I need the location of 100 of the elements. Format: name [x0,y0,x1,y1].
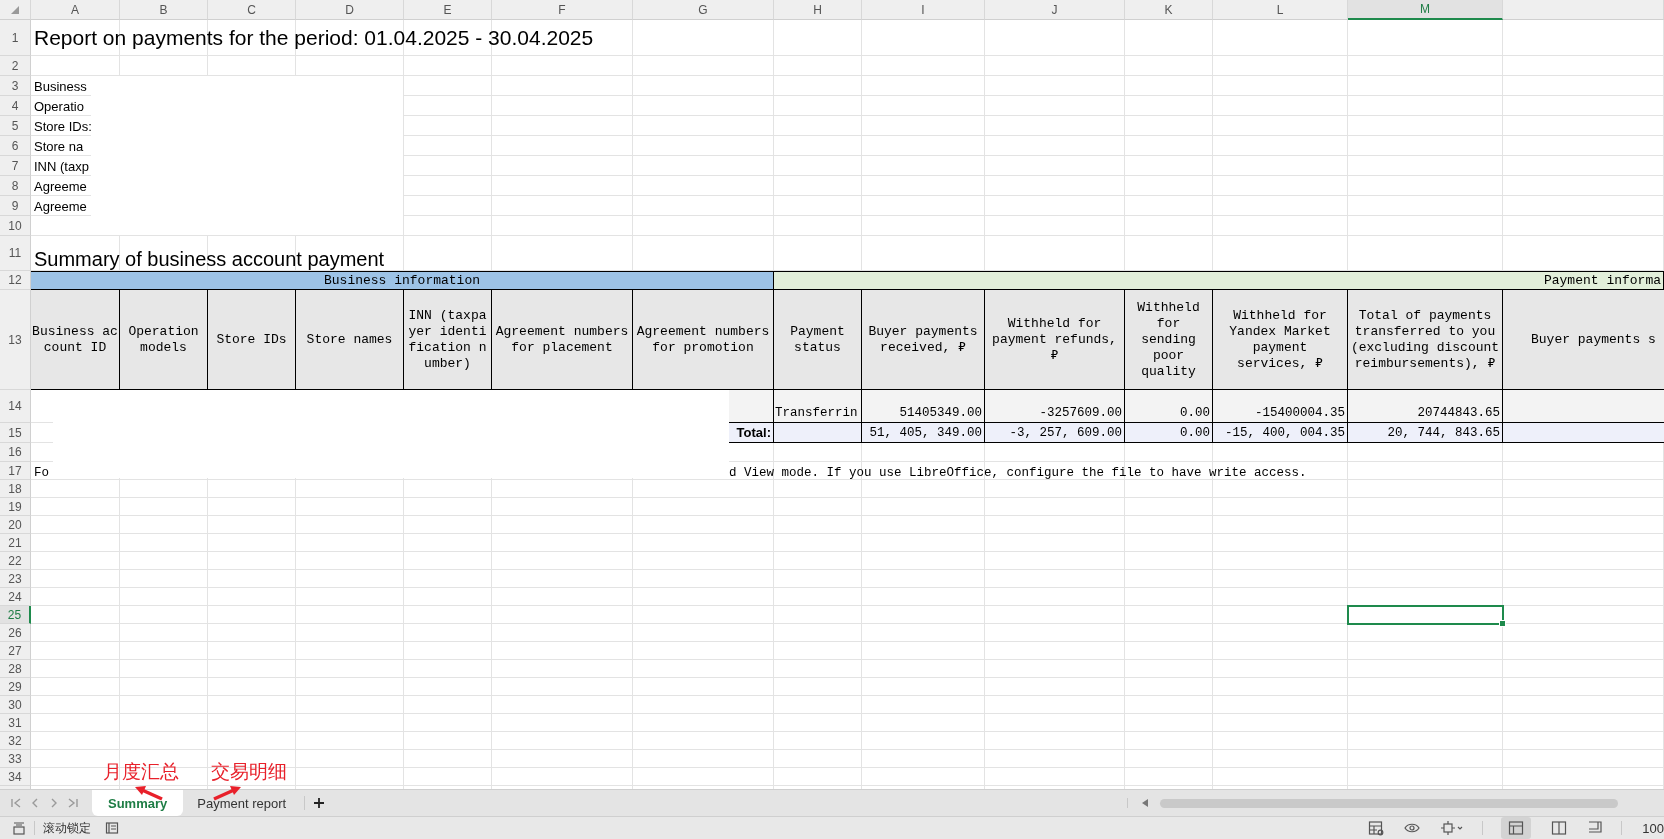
row-header[interactable]: 2 [0,56,31,76]
annotation-text: 交易明细 [211,759,287,784]
row-header[interactable]: 6 [0,136,31,156]
column-heading: Withheld for Yandex Market payment services, ₽ [1213,290,1348,390]
info-label: INN (taxp [33,157,89,176]
column-header[interactable]: A [31,0,120,20]
row-header[interactable]: 22 [0,552,31,570]
row-header[interactable]: 24 [0,588,31,606]
report-title: Report on payments for the period: 01.04.2025 - 30.04.2025 [33,25,594,51]
column-header[interactable]: H [774,0,862,20]
info-label: Agreeme [33,177,87,196]
list-icon[interactable] [105,821,119,835]
column-header[interactable]: F [492,0,633,20]
row-header[interactable]: 20 [0,516,31,534]
macro-icon[interactable] [12,821,26,835]
table-cell: Transferrin [774,390,862,423]
column-header[interactable]: E [404,0,492,20]
note-text: d View mode. If you use LibreOffice, configure the file to have write access. [729,465,1307,480]
zoom-level[interactable]: 100 [1642,820,1664,836]
row-header[interactable]: 27 [0,642,31,660]
last-sheet-icon[interactable] [67,797,79,809]
column-header[interactable]: D [296,0,404,20]
select-all-icon [11,5,19,14]
column-heading: Payment status [774,290,862,390]
row-header[interactable]: 28 [0,660,31,678]
table-cell: -15400004.35 [1213,390,1348,423]
normal-view-icon[interactable] [1508,820,1525,836]
row-header[interactable]: 31 [0,714,31,732]
row-header[interactable]: 25 [0,606,31,624]
first-sheet-icon[interactable] [10,797,22,809]
table-cell: 20, 744, 843.65 [1348,423,1503,443]
group-header: Payment informa [774,271,1664,290]
column-heading: Store IDs [208,290,296,390]
row-header[interactable]: 10 [0,216,31,236]
focus-icon[interactable] [1440,820,1465,836]
row-header[interactable]: 3 [0,76,31,96]
table-cell: -15, 400, 004.35 [1213,423,1348,443]
column-heading: Buyer payments s [1503,290,1664,390]
row-header[interactable]: 23 [0,570,31,588]
row-header[interactable]: 21 [0,534,31,552]
info-label: Business [33,77,87,96]
row-header[interactable]: 9 [0,196,31,216]
column-heading: Total of payments transferred to you (excluding discount reimbursements), ₽ [1348,290,1503,390]
annotation-text: 月度汇总 [103,759,179,784]
row-header[interactable]: 29 [0,678,31,696]
column-heading: Agreement numbers for promotion [633,290,774,390]
scroll-lock-label: 滚动锁定 [43,819,91,837]
sheet-tab[interactable]: Summary [92,790,184,816]
row-header[interactable]: 26 [0,624,31,642]
sheet-tab[interactable]: Payment report [183,790,301,816]
table-cell: -3257609.00 [985,390,1125,423]
add-sheet-icon[interactable] [313,797,326,809]
column-header[interactable]: C [208,0,296,20]
selected-cell[interactable] [1347,605,1504,625]
row-header[interactable]: 1 [0,20,31,56]
row-header[interactable]: 12 [0,271,31,290]
row-header[interactable]: 19 [0,498,31,516]
table-cell: 0.00 [1125,423,1213,443]
column-heading: Business account ID [31,290,120,390]
row-header[interactable]: 4 [0,96,31,116]
page-layout-icon[interactable] [1551,820,1568,836]
table-cell [729,390,774,423]
column-header[interactable]: I [862,0,985,20]
row-header[interactable]: 13 [0,290,31,390]
summary-title: Summary of business account payment [33,247,385,271]
row-header[interactable]: 30 [0,696,31,714]
column-header[interactable]: G [633,0,774,20]
row-header[interactable]: 34 [0,768,31,786]
column-heading: Agreement numbers for placement [492,290,633,390]
info-label: Operatio [33,97,84,116]
table-settings-icon[interactable] [1368,820,1385,836]
info-label: Agreeme [33,197,87,216]
row-header[interactable]: 33 [0,750,31,768]
row-header[interactable]: 8 [0,176,31,196]
column-header[interactable]: J [985,0,1125,20]
horizontal-scrollbar[interactable] [1160,798,1618,808]
total-label: Total: [729,423,774,443]
column-heading: Operation models [120,290,208,390]
column-header[interactable]: L [1213,0,1348,20]
info-label: Store na [33,137,84,156]
row-header[interactable]: 15 [0,423,31,443]
row-header[interactable]: 5 [0,116,31,136]
column-heading: Withheld for payment refunds, ₽ [985,290,1125,390]
table-cell: 51, 405, 349.00 [862,423,985,443]
column-heading: Buyer payments received, ₽ [862,290,985,390]
row-header[interactable]: 16 [0,443,31,462]
column-header[interactable]: K [1125,0,1213,20]
row-header[interactable]: 32 [0,732,31,750]
column-heading: INN (taxpayer identification number) [404,290,492,390]
page-break-icon[interactable] [1587,820,1604,836]
row-header[interactable]: 11 [0,236,31,271]
column-header[interactable]: M [1348,0,1503,20]
row-header[interactable]: 7 [0,156,31,176]
row-header[interactable]: 18 [0,480,31,498]
table-cell: 20744843.65 [1348,390,1503,423]
info-label: Store IDs: [33,117,92,136]
row-header[interactable]: 14 [0,390,31,423]
scroll-left-icon[interactable] [1142,799,1148,807]
column-header[interactable]: B [120,0,208,20]
row-header[interactable]: 17 [0,462,31,480]
